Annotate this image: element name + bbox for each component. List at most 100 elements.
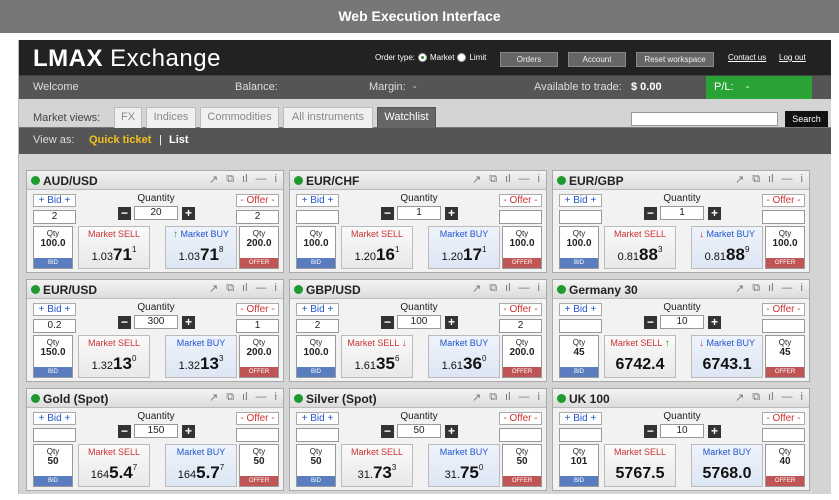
tab-all-instruments[interactable]: All instruments <box>283 107 373 128</box>
popout-icon[interactable]: ↗ <box>735 173 744 186</box>
detach-icon[interactable]: ⧉ <box>226 391 234 404</box>
detach-icon[interactable]: ⧉ <box>226 173 234 186</box>
popout-icon[interactable]: ↗ <box>472 173 481 186</box>
limit-radio[interactable] <box>457 53 467 62</box>
market-buy-button[interactable]: Market BUY 1.61360 <box>428 335 500 378</box>
offer-input[interactable] <box>762 428 805 442</box>
minimize-icon[interactable]: — <box>782 391 793 404</box>
offer-label[interactable]: - Offer - <box>236 412 279 425</box>
quantity-decrease-button[interactable]: − <box>118 316 131 329</box>
info-icon[interactable]: i <box>801 391 803 404</box>
quantity-increase-button[interactable]: + <box>445 207 458 220</box>
chart-icon[interactable]: ıl <box>505 282 511 295</box>
market-buy-button[interactable]: Market BUY 1.20171 <box>428 226 500 269</box>
bid-input[interactable]: 0.2 <box>33 319 76 333</box>
bid-label[interactable]: + Bid + <box>559 194 602 207</box>
chart-icon[interactable]: ıl <box>242 173 248 186</box>
minimize-icon[interactable]: — <box>519 391 530 404</box>
detach-icon[interactable]: ⧉ <box>489 173 497 186</box>
detach-icon[interactable]: ⧉ <box>752 282 760 295</box>
info-icon[interactable]: i <box>801 282 803 295</box>
quantity-increase-button[interactable]: + <box>182 316 195 329</box>
quantity-decrease-button[interactable]: − <box>381 316 394 329</box>
market-radio[interactable] <box>418 53 428 62</box>
popout-icon[interactable]: ↗ <box>209 391 218 404</box>
quantity-increase-button[interactable]: + <box>445 425 458 438</box>
bid-input[interactable] <box>296 428 339 442</box>
quantity-input[interactable]: 20 <box>134 206 178 220</box>
offer-input[interactable]: 2 <box>499 319 542 333</box>
offer-input[interactable]: 1 <box>236 319 279 333</box>
offer-label[interactable]: - Offer - <box>236 303 279 316</box>
minimize-icon[interactable]: — <box>256 173 267 186</box>
chart-icon[interactable]: ıl <box>505 391 511 404</box>
chart-icon[interactable]: ıl <box>768 173 774 186</box>
quantity-decrease-button[interactable]: − <box>118 425 131 438</box>
quantity-input[interactable]: 50 <box>397 424 441 438</box>
reset-workspace-button[interactable]: Reset workspace <box>636 52 714 67</box>
bid-label[interactable]: + Bid + <box>296 412 339 425</box>
bid-label[interactable]: + Bid + <box>559 412 602 425</box>
chart-icon[interactable]: ıl <box>505 173 511 186</box>
offer-label[interactable]: - Offer - <box>499 194 542 207</box>
quantity-input[interactable]: 150 <box>134 424 178 438</box>
bid-input[interactable] <box>559 428 602 442</box>
offer-label[interactable]: - Offer - <box>762 303 805 316</box>
search-button[interactable]: Search <box>785 111 828 127</box>
bid-label[interactable]: + Bid + <box>33 303 76 316</box>
popout-icon[interactable]: ↗ <box>735 282 744 295</box>
minimize-icon[interactable]: — <box>782 173 793 186</box>
bid-input[interactable] <box>559 210 602 224</box>
quantity-input[interactable]: 10 <box>660 315 704 329</box>
bid-label[interactable]: + Bid + <box>296 303 339 316</box>
market-buy-button[interactable]: ↑ Market BUY 1.03718 <box>165 226 237 269</box>
minimize-icon[interactable]: — <box>519 173 530 186</box>
quick-ticket-option[interactable]: Quick ticket <box>89 134 151 146</box>
bid-input[interactable]: 2 <box>33 210 76 224</box>
bid-label[interactable]: + Bid + <box>33 194 76 207</box>
offer-input[interactable] <box>236 428 279 442</box>
market-sell-button[interactable]: Market SELL 1.03711 <box>78 226 150 269</box>
minimize-icon[interactable]: — <box>782 282 793 295</box>
info-icon[interactable]: i <box>275 282 277 295</box>
offer-input[interactable] <box>762 319 805 333</box>
market-buy-button[interactable]: ↓ Market BUY 0.81889 <box>691 226 763 269</box>
bid-input[interactable] <box>559 319 602 333</box>
offer-input[interactable] <box>762 210 805 224</box>
detach-icon[interactable]: ⧉ <box>752 391 760 404</box>
bid-input[interactable] <box>33 428 76 442</box>
info-icon[interactable]: i <box>275 391 277 404</box>
offer-label[interactable]: - Offer - <box>762 194 805 207</box>
quantity-decrease-button[interactable]: − <box>381 425 394 438</box>
quantity-decrease-button[interactable]: − <box>381 207 394 220</box>
detach-icon[interactable]: ⧉ <box>752 173 760 186</box>
account-button[interactable]: Account <box>568 52 626 67</box>
market-buy-button[interactable]: Market BUY 1645.77 <box>165 444 237 487</box>
log-out-link[interactable]: Log out <box>779 53 806 62</box>
detach-icon[interactable]: ⧉ <box>489 391 497 404</box>
quantity-input[interactable]: 1 <box>660 206 704 220</box>
bid-input[interactable] <box>296 210 339 224</box>
info-icon[interactable]: i <box>275 173 277 186</box>
popout-icon[interactable]: ↗ <box>472 391 481 404</box>
market-sell-button[interactable]: Market SELL 0.81883 <box>604 226 676 269</box>
bid-label[interactable]: + Bid + <box>33 412 76 425</box>
quantity-increase-button[interactable]: + <box>445 316 458 329</box>
quantity-increase-button[interactable]: + <box>182 425 195 438</box>
offer-label[interactable]: - Offer - <box>499 412 542 425</box>
quantity-input[interactable]: 10 <box>660 424 704 438</box>
market-buy-button[interactable]: ↓ Market BUY 6743.1 <box>691 335 763 378</box>
quantity-decrease-button[interactable]: − <box>644 207 657 220</box>
market-sell-button[interactable]: Market SELL 1645.47 <box>78 444 150 487</box>
contact-us-link[interactable]: Contact us <box>728 53 766 62</box>
offer-input[interactable] <box>499 210 542 224</box>
market-sell-button[interactable]: Market SELL ↓ 1.61356 <box>341 335 413 378</box>
list-option[interactable]: List <box>169 134 189 146</box>
quantity-increase-button[interactable]: + <box>708 207 721 220</box>
market-buy-button[interactable]: Market BUY 31.750 <box>428 444 500 487</box>
market-sell-button[interactable]: Market SELL 31.733 <box>341 444 413 487</box>
quantity-increase-button[interactable]: + <box>182 207 195 220</box>
bid-label[interactable]: + Bid + <box>296 194 339 207</box>
chart-icon[interactable]: ıl <box>768 391 774 404</box>
quantity-decrease-button[interactable]: − <box>118 207 131 220</box>
